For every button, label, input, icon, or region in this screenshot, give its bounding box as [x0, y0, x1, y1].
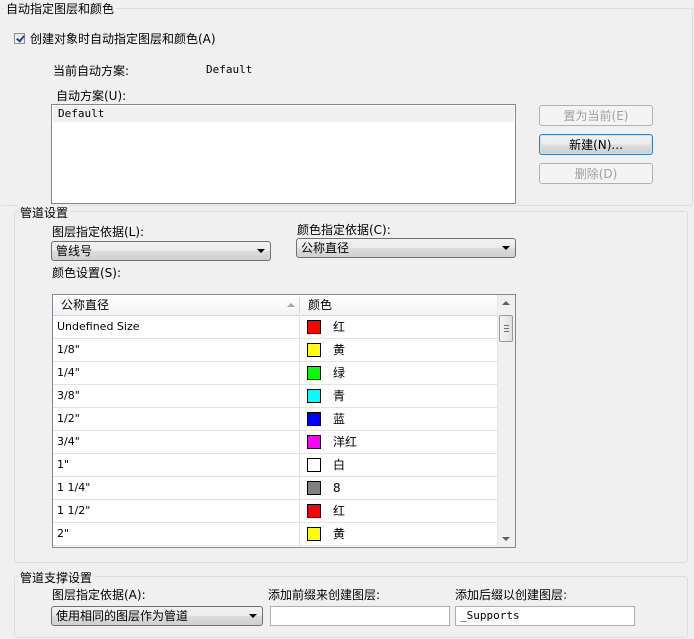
nominal-diameter-cell: 1": [57, 458, 70, 471]
color-swatch[interactable]: [307, 504, 321, 518]
table-row[interactable]: Undefined Size 红: [53, 316, 499, 339]
color-name-cell[interactable]: 红: [333, 500, 345, 522]
grid-header: 公称直径 颜色: [53, 295, 499, 316]
table-row[interactable]: 2" 黄: [53, 523, 499, 546]
color-name-cell[interactable]: 红: [333, 316, 345, 338]
pipe-layer-basis-dropdown[interactable]: 管线号: [51, 241, 271, 261]
cell-divider: [299, 385, 300, 407]
cell-divider: [299, 408, 300, 430]
schemes-label: 自动方案(U):: [56, 89, 127, 103]
color-basis-dropdown[interactable]: 公称直径: [296, 238, 516, 258]
pipe-settings-title: 管道设置: [18, 204, 71, 221]
chevron-down-icon: [502, 246, 510, 250]
grip-line: [504, 331, 509, 332]
auto-assign-checkbox[interactable]: [14, 33, 25, 44]
scheme-list-item[interactable]: Default: [53, 106, 514, 122]
suffix-input[interactable]: _Supports: [455, 606, 635, 626]
support-layer-basis-value: 使用相同的图层作为管道: [56, 609, 189, 623]
color-name-cell[interactable]: 洋红: [333, 431, 357, 453]
nominal-diameter-cell: 1 1/4": [57, 481, 91, 494]
nominal-diameter-cell: 1/8": [57, 343, 80, 356]
color-basis-label: 颜色指定依据(C):: [297, 223, 391, 237]
grip-line: [504, 325, 509, 326]
grid-vertical-scrollbar[interactable]: [497, 295, 515, 547]
chevron-down-icon: [249, 614, 257, 618]
auto-assign-checkbox-label[interactable]: 创建对象时自动指定图层和颜色(A): [30, 30, 216, 47]
table-row[interactable]: 1 1/2" 红: [53, 500, 499, 523]
chevron-down-icon: [257, 249, 265, 253]
nominal-diameter-cell: 3/8": [57, 389, 80, 402]
color-swatch[interactable]: [307, 412, 321, 426]
nominal-diameter-cell: 2": [57, 527, 70, 540]
nominal-diameter-cell: Undefined Size: [57, 320, 140, 333]
color-swatch[interactable]: [307, 389, 321, 403]
color-name-cell[interactable]: 蓝: [333, 408, 345, 430]
schemes-list[interactable]: Default: [51, 104, 516, 204]
color-name-cell[interactable]: 青: [333, 385, 345, 407]
support-layer-basis-dropdown[interactable]: 使用相同的图层作为管道: [51, 606, 263, 626]
scroll-down-arrow-icon[interactable]: [502, 537, 510, 541]
support-settings-title: 管道支撑设置: [18, 569, 95, 586]
nominal-diameter-cell: 3/4": [57, 435, 80, 448]
color-swatch[interactable]: [307, 343, 321, 357]
current-scheme-value: Default: [206, 63, 253, 76]
color-name-cell[interactable]: 绿: [333, 362, 345, 384]
auto-assign-group-title: 自动指定图层和颜色: [4, 0, 117, 17]
color-swatch[interactable]: [307, 435, 321, 449]
grip-line: [504, 328, 509, 329]
prefix-label: 添加前缀来创建图层:: [268, 588, 381, 602]
color-settings-label: 颜色设置(S):: [52, 266, 122, 280]
cell-divider: [299, 500, 300, 522]
cell-divider: [299, 477, 300, 499]
color-swatch[interactable]: [307, 481, 321, 495]
cell-divider: [299, 316, 300, 338]
color-name-cell[interactable]: 8: [333, 477, 341, 499]
current-scheme-label: 当前自动方案:: [53, 64, 130, 78]
column-header-color[interactable]: 颜色: [300, 295, 499, 315]
set-current-button[interactable]: 置为当前(E): [539, 105, 653, 126]
color-swatch[interactable]: [307, 366, 321, 380]
table-row[interactable]: 1/8" 黄: [53, 339, 499, 362]
column-header-nominal-diameter[interactable]: 公称直径: [53, 295, 299, 315]
color-swatch[interactable]: [307, 320, 321, 334]
delete-scheme-button[interactable]: 删除(D): [539, 163, 653, 184]
pipe-layer-basis-label: 图层指定依据(L):: [52, 225, 145, 239]
table-row[interactable]: 3/8" 青: [53, 385, 499, 408]
table-row[interactable]: 1 1/4" 8: [53, 477, 499, 500]
color-name-cell[interactable]: 黄: [333, 523, 345, 545]
scrollbar-thumb[interactable]: [499, 315, 513, 342]
table-row[interactable]: 1/2" 蓝: [53, 408, 499, 431]
scroll-up-arrow-icon[interactable]: [502, 301, 510, 305]
cell-divider: [299, 431, 300, 453]
pipe-layer-basis-value: 管线号: [56, 244, 93, 258]
prefix-input[interactable]: [270, 606, 450, 626]
nominal-diameter-cell: 1 1/2": [57, 504, 91, 517]
nominal-diameter-cell: 1/2": [57, 412, 80, 425]
suffix-label: 添加后缀以创建图层:: [455, 588, 568, 602]
cell-divider: [299, 362, 300, 384]
sort-ascending-icon: [287, 303, 295, 307]
color-name-cell[interactable]: 黄: [333, 339, 345, 361]
color-settings-grid[interactable]: 公称直径 颜色 Undefined Size 红 1/8" 黄 1/4" 绿 3/8" 青 1/…: [52, 294, 516, 548]
new-scheme-button[interactable]: 新建(N)...: [539, 134, 653, 155]
cell-divider: [299, 454, 300, 476]
nominal-diameter-cell: 1/4": [57, 366, 80, 379]
table-row[interactable]: 3/4" 洋红: [53, 431, 499, 454]
color-basis-value: 公称直径: [301, 241, 350, 255]
cell-divider: [299, 523, 300, 545]
support-layer-basis-label: 图层指定依据(A):: [52, 588, 146, 602]
color-swatch[interactable]: [307, 458, 321, 472]
table-row[interactable]: 1" 白: [53, 454, 499, 477]
color-swatch[interactable]: [307, 527, 321, 541]
color-name-cell[interactable]: 白: [333, 454, 345, 476]
table-row[interactable]: 1/4" 绿: [53, 362, 499, 385]
cell-divider: [299, 339, 300, 361]
